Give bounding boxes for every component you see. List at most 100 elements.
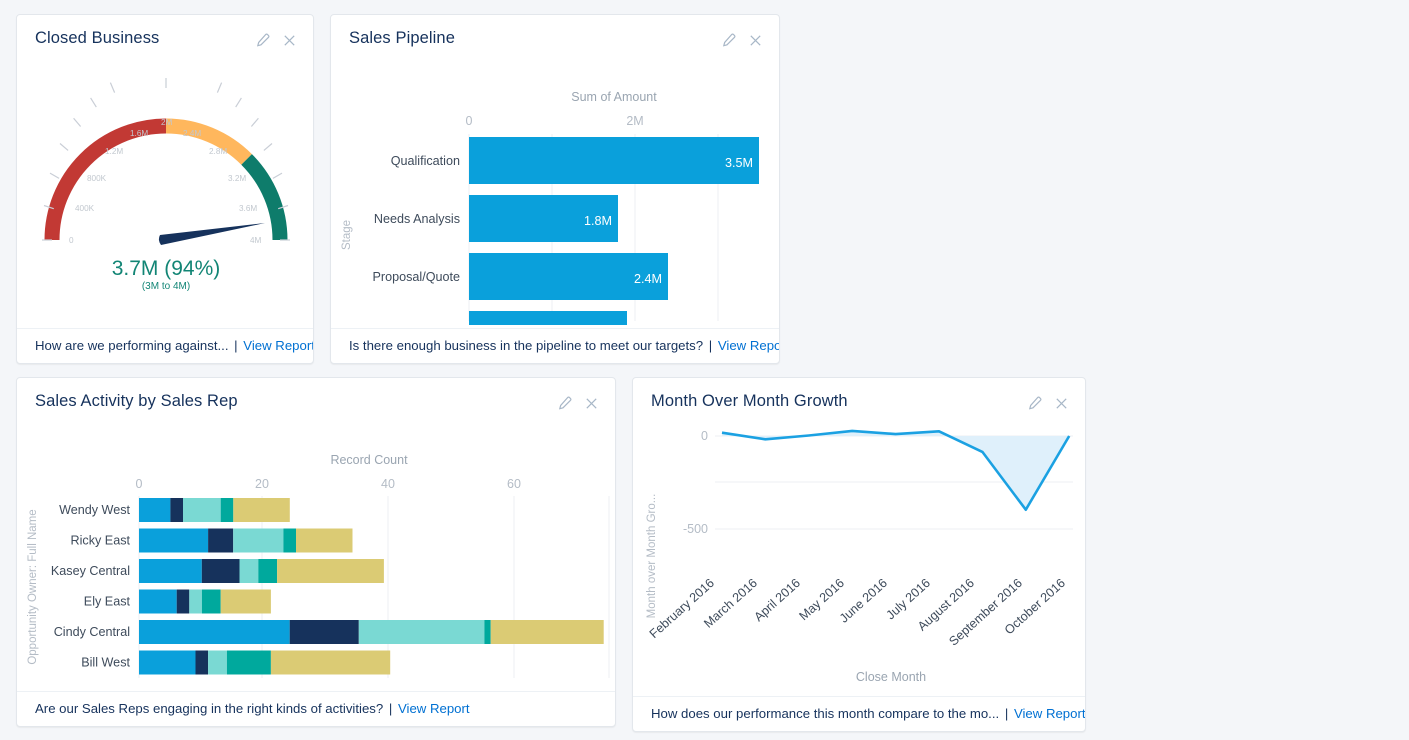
category-label: Proposal/Quote bbox=[372, 270, 460, 284]
pencil-icon[interactable] bbox=[255, 33, 270, 48]
card-header: Closed Business bbox=[17, 15, 313, 53]
page-title: Sales Activity by Sales Rep bbox=[35, 392, 238, 412]
card-footer[interactable]: How does our performance this month comp… bbox=[633, 696, 1085, 731]
stacked-bars bbox=[139, 498, 604, 675]
footer-question: Are our Sales Reps engaging in the right… bbox=[35, 701, 383, 716]
y-tick-label: -500 bbox=[683, 522, 708, 536]
stacked-bar-chart-area: Record Count 0 20 40 60 Opportunity Owne… bbox=[17, 416, 615, 691]
x-axis-title: Record Count bbox=[330, 453, 408, 467]
x-tick-label: 20 bbox=[255, 477, 269, 491]
dashboard-card-sales-activity: Sales Activity by Sales Rep Record Count… bbox=[16, 377, 616, 727]
card-header: Sales Pipeline bbox=[331, 15, 779, 53]
card-actions bbox=[1027, 392, 1069, 411]
x-axis-title: Close Month bbox=[856, 670, 926, 684]
gauge-tick-label: 800K bbox=[87, 174, 107, 183]
x-tick-label: 40 bbox=[381, 477, 395, 491]
gauge-tick-label: 2.8M bbox=[209, 147, 227, 156]
x-tick-label: 60 bbox=[507, 477, 521, 491]
stacked-bar-row[interactable] bbox=[139, 498, 290, 522]
page-title: Sales Pipeline bbox=[349, 29, 455, 49]
y-axis-title: Month over Month Gro... bbox=[646, 493, 658, 618]
x-tick-label: 0 bbox=[136, 477, 143, 491]
category-label: Bill West bbox=[81, 655, 130, 669]
pencil-icon[interactable] bbox=[1027, 396, 1042, 411]
stacked-bar-row[interactable] bbox=[139, 620, 604, 644]
gauge-tick-label: 2.4M bbox=[183, 129, 201, 138]
view-report-link[interactable]: View Report bbox=[1014, 706, 1085, 721]
dashboard-card-sales-pipeline: Sales Pipeline Sum of Amount 0 2M bbox=[330, 14, 780, 364]
category-label: Cindy Central bbox=[54, 625, 130, 639]
category-label: Kasey Central bbox=[51, 564, 130, 578]
footer-question: Is there enough business in the pipeline… bbox=[349, 338, 703, 353]
card-footer[interactable]: Is there enough business in the pipeline… bbox=[331, 328, 779, 363]
gauge-tick-label: 2M bbox=[161, 118, 173, 127]
bar-negotiation[interactable] bbox=[469, 311, 627, 325]
gauge-tick-label: 3.2M bbox=[228, 174, 246, 183]
stacked-bar-row[interactable] bbox=[139, 528, 353, 552]
bar-qualification[interactable] bbox=[469, 137, 759, 184]
stacked-bar-row[interactable] bbox=[139, 650, 390, 674]
gauge-range-label: (3M to 4M) bbox=[142, 281, 190, 292]
card-header: Month Over Month Growth bbox=[633, 378, 1085, 416]
card-footer[interactable]: Are our Sales Reps engaging in the right… bbox=[17, 691, 615, 726]
view-report-link[interactable]: View Report bbox=[718, 338, 779, 353]
bar-value-label: 3.5M bbox=[725, 156, 753, 170]
close-icon[interactable] bbox=[584, 396, 599, 411]
card-actions bbox=[557, 392, 599, 411]
stacked-bar-row[interactable] bbox=[139, 559, 384, 583]
footer-question: How does our performance this month comp… bbox=[651, 706, 999, 721]
y-axis-title: Stage bbox=[341, 220, 353, 250]
pencil-icon[interactable] bbox=[557, 396, 572, 411]
gauge-tick-labels: 0 400K 800K 1.2M 1.6M 2M 2.4M 2.8M 3.2M … bbox=[69, 118, 262, 245]
close-icon[interactable] bbox=[282, 33, 297, 48]
category-label: Wendy West bbox=[59, 503, 130, 517]
card-footer[interactable]: How are we performing against... | View … bbox=[17, 328, 313, 363]
x-axis-title: Sum of Amount bbox=[571, 90, 657, 104]
card-actions bbox=[255, 29, 297, 48]
stacked-bar-row[interactable] bbox=[139, 589, 271, 613]
month-over-month-chart: Month over Month Gro... 0 -500 February … bbox=[633, 416, 1086, 693]
close-icon[interactable] bbox=[748, 33, 763, 48]
gauge-value-label: 3.7M (94%) bbox=[112, 257, 221, 280]
area-chart-area: Month over Month Gro... 0 -500 February … bbox=[633, 416, 1085, 696]
y-axis-title: Opportunity Owner: Full Name bbox=[27, 509, 39, 664]
category-label: Ely East bbox=[84, 594, 131, 608]
view-report-link[interactable]: View Report bbox=[398, 701, 470, 716]
dashboard-card-month-over-month-growth: Month Over Month Growth Month over Month… bbox=[632, 377, 1086, 732]
gauge-tick-label: 4M bbox=[250, 236, 262, 245]
gauge-band-high bbox=[247, 159, 280, 240]
y-tick-label: 0 bbox=[701, 429, 708, 443]
category-label: Ricky East bbox=[71, 533, 131, 547]
card-actions bbox=[721, 29, 763, 48]
bar-value-label: 1.8M bbox=[584, 214, 612, 228]
gauge-tick-label: 400K bbox=[75, 204, 95, 213]
closed-business-gauge: 0 400K 800K 1.2M 1.6M 2M 2.4M 2.8M 3.2M … bbox=[17, 53, 314, 313]
gauge-tick-label: 1.6M bbox=[130, 129, 148, 138]
x-tick-label: April 2016 bbox=[751, 576, 803, 624]
category-label: Qualification bbox=[391, 154, 460, 168]
pencil-icon[interactable] bbox=[721, 33, 736, 48]
gauge-tick-label: 1.2M bbox=[105, 147, 123, 156]
bars: 3.5M 1.8M 2.4M 1.9M bbox=[469, 137, 759, 325]
footer-question: How are we performing against... bbox=[35, 338, 229, 353]
x-tick-label: 0 bbox=[466, 114, 473, 128]
view-report-link[interactable]: View Report bbox=[243, 338, 313, 353]
gauge-tick-label: 3.6M bbox=[239, 204, 257, 213]
card-header: Sales Activity by Sales Rep bbox=[17, 378, 615, 416]
category-labels: Qualification Needs Analysis Proposal/Qu… bbox=[372, 154, 460, 325]
sales-pipeline-chart: Sum of Amount 0 2M Stage 3.5M 1.8M bbox=[331, 53, 780, 325]
category-labels: Wendy West Ricky East Kasey Central Ely … bbox=[51, 503, 131, 670]
x-tick-labels: February 2016 March 2016 April 2016 May … bbox=[647, 576, 1068, 649]
gauge-tick-label: 0 bbox=[69, 236, 74, 245]
dashboard-card-closed-business: Closed Business bbox=[16, 14, 314, 364]
page-title: Month Over Month Growth bbox=[651, 392, 848, 412]
gauge-band-medium bbox=[166, 126, 247, 159]
bar-chart-area: Sum of Amount 0 2M Stage 3.5M 1.8M bbox=[331, 53, 779, 328]
close-icon[interactable] bbox=[1054, 396, 1069, 411]
x-tick-labels: 0 20 40 60 bbox=[136, 477, 521, 491]
gauge-band-low bbox=[52, 126, 166, 240]
page-title: Closed Business bbox=[35, 29, 159, 49]
dashboard-grid: Closed Business bbox=[0, 0, 1409, 740]
sales-activity-chart: Record Count 0 20 40 60 Opportunity Owne… bbox=[17, 416, 616, 688]
category-label: Needs Analysis bbox=[374, 212, 460, 226]
